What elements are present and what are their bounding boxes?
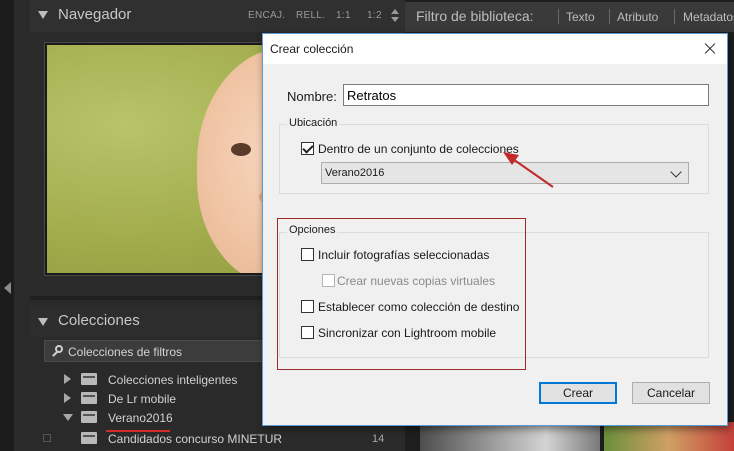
row-checkbox[interactable] (43, 434, 51, 442)
navigator-collapse-icon[interactable] (38, 11, 48, 19)
collection-label: Candidados concurso MINETUR (108, 432, 283, 446)
filter-text-tab[interactable]: Texto (566, 10, 595, 24)
cancel-button[interactable]: Cancelar (632, 382, 710, 404)
collapse-icon[interactable] (63, 414, 73, 421)
collection-set-icon (81, 373, 97, 385)
zoom-1-1[interactable]: 1:1 (336, 10, 351, 21)
inside-set-label[interactable]: Dentro de un conjunto de colecciones (318, 142, 519, 156)
dropdown-value: Verano2016 (325, 167, 385, 179)
filter-attribute-tab[interactable]: Atributo (617, 10, 658, 24)
create-collection-dialog: Crear colección Nombre: Ubicación Dentro… (262, 33, 728, 426)
photo-thumbnail[interactable] (604, 422, 734, 451)
dialog-titlebar[interactable]: Crear colección (263, 34, 727, 64)
dialog-title: Crear colección (270, 42, 354, 56)
collection-set-icon (81, 411, 97, 423)
photo-thumbnail[interactable] (420, 422, 600, 451)
zoom-fit[interactable]: ENCAJ. (248, 10, 285, 21)
collection-name-input[interactable] (343, 84, 709, 106)
search-icon[interactable] (52, 345, 64, 357)
panel-edge[interactable] (0, 0, 14, 451)
name-label: Nombre: (287, 89, 337, 104)
library-filter-title: Filtro de biblioteca: (416, 8, 534, 24)
zoom-fill[interactable]: RELL. (296, 10, 325, 21)
location-group-label: Ubicación (287, 117, 340, 129)
expand-icon[interactable] (64, 374, 71, 384)
collapse-left-icon[interactable] (4, 282, 11, 294)
collection-row[interactable]: Candidados concurso MINETUR (44, 429, 405, 448)
zoom-1-2[interactable]: 1:2 (367, 10, 382, 21)
navigator-title: Navegador (58, 6, 132, 23)
collection-count: 14 (372, 433, 385, 445)
annotation-highlight-box (277, 218, 526, 370)
collections-title: Colecciones (58, 312, 140, 329)
collection-label: Verano2016 (108, 411, 173, 425)
collection-set-dropdown[interactable]: Verano2016 (321, 162, 689, 184)
collection-label: De Lr mobile (108, 392, 177, 406)
collection-set-icon (81, 392, 97, 404)
inside-set-checkbox[interactable] (301, 142, 314, 155)
expand-icon[interactable] (64, 393, 71, 403)
chevron-down-icon[interactable] (670, 166, 682, 178)
create-button[interactable]: Crear (539, 382, 617, 404)
zoom-stepper-icon[interactable] (390, 8, 400, 24)
filter-collections-label[interactable]: Colecciones de filtros (68, 345, 182, 359)
filter-metadata-tab[interactable]: Metadatos (683, 10, 734, 24)
collection-icon (81, 432, 97, 444)
collections-collapse-icon[interactable] (38, 318, 48, 326)
collection-label: Colecciones inteligentes (108, 373, 238, 387)
close-icon[interactable] (701, 40, 719, 58)
